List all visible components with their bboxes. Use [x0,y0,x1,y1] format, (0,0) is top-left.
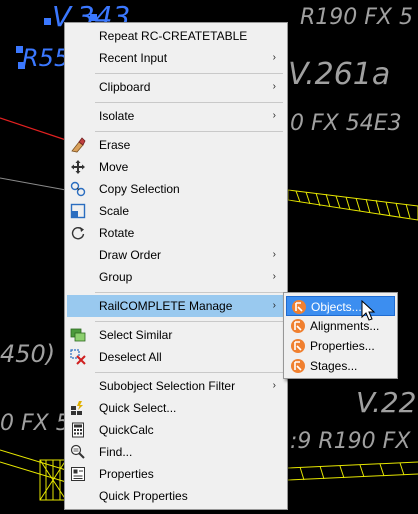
find-text-icon [70,444,85,459]
menu-item-label: Find... [99,445,133,459]
menu-item-recent-input[interactable]: Recent Input › [67,47,285,69]
menu-item-label: Group [99,270,133,284]
submenu-item-properties[interactable]: Properties... [286,336,395,356]
menu-item-label: Deselect All [99,350,162,364]
menu-item-copy-selection[interactable]: Copy Selection [67,178,285,200]
menu-item-label: Properties [99,467,154,481]
menu-item-label: Rotate [99,226,135,240]
submenu-arrow-icon: › [272,300,276,311]
properties-icon [71,467,85,481]
separator [95,292,283,293]
separator [95,372,283,373]
grey-line [0,177,67,191]
select-similar-icon [70,328,86,342]
railcomplete-icon [291,339,305,353]
submenu-arrow-icon: › [272,271,276,282]
menu-item-label: Scale [99,204,130,218]
submenu-item-label: Properties... [310,339,375,353]
copy-selection-icon [70,181,86,197]
menu-item-draw-order[interactable]: Draw Order › [67,244,285,266]
menu-item-subobject-filter[interactable]: Subobject Selection Filter › [67,375,285,397]
label-0fx5: 0 FX 5 [0,411,70,436]
menu-item-scale[interactable]: Scale [67,200,285,222]
menu-item-label: Draw Order [99,248,162,262]
eraser-icon [71,137,86,153]
menu-item-label: RailCOMPLETE Manage [99,299,233,313]
yellow-hatch-right [287,189,418,221]
menu-item-label: Quick Select... [99,401,177,415]
label-r55: R55 [22,44,69,72]
separator [95,73,283,74]
calculator-icon [72,422,84,438]
menu-item-repeat[interactable]: Repeat RC-CREATETABLE [67,25,285,47]
menu-item-rotate[interactable]: Rotate [67,222,285,244]
menu-item-label: Select Similar [99,328,173,342]
submenu-arrow-icon: › [272,110,276,121]
submenu-arrow-icon: › [272,52,276,63]
menu-item-label: Copy Selection [99,182,180,196]
menu-item-find[interactable]: Find... [67,441,285,463]
deselect-all-icon [70,349,86,365]
menu-item-label: Move [99,160,129,174]
menu-item-select-similar[interactable]: Select Similar [67,324,285,346]
submenu-arrow-icon: › [272,249,276,260]
menu-item-quickcalc[interactable]: QuickCalc [67,419,285,441]
menu-item-quick-select[interactable]: Quick Select... [67,397,285,419]
context-menu: Repeat RC-CREATETABLE Recent Input › Cli… [64,22,288,510]
railcomplete-icon [291,319,305,333]
menu-item-label: Recent Input [99,51,168,65]
menu-item-railcomplete-manage[interactable]: RailCOMPLETE Manage › [67,295,285,317]
quick-select-icon [71,401,83,415]
menu-item-label: Isolate [99,109,135,123]
railcomplete-manage-submenu: Objects... Alignments... Properties... S… [283,292,398,379]
menu-item-move[interactable]: Move [67,156,285,178]
menu-item-clipboard[interactable]: Clipboard › [67,76,285,98]
menu-item-label: Quick Properties [99,489,188,503]
mouse-cursor-icon [361,300,376,321]
menu-item-label: Erase [99,138,131,152]
menu-item-isolate[interactable]: Isolate › [67,105,285,127]
submenu-item-label: Objects... [311,300,362,314]
label-v261a: V.261a [288,57,390,92]
label-r190-top: R190 FX 5 [300,5,413,30]
label-450: 450) [0,340,55,368]
menu-item-properties[interactable]: Properties [67,463,285,485]
submenu-arrow-icon: › [272,380,276,391]
railcomplete-icon [292,300,306,314]
menu-item-label: QuickCalc [99,423,154,437]
separator [95,102,283,103]
menu-item-label: Repeat RC-CREATETABLE [99,29,248,43]
separator [95,321,283,322]
red-line [0,117,67,141]
submenu-arrow-icon: › [272,81,276,92]
rotate-icon [71,227,85,240]
menu-item-quick-properties[interactable]: Quick Properties [67,485,285,507]
menu-item-deselect-all[interactable]: Deselect All [67,346,285,368]
label-0fx54e3: 0 FX 54E3 [290,111,402,136]
menu-item-erase[interactable]: Erase [67,134,285,156]
submenu-item-stages[interactable]: Stages... [286,356,395,376]
submenu-item-alignments[interactable]: Alignments... [286,316,395,336]
submenu-item-objects[interactable]: Objects... [286,296,395,316]
scale-icon [70,203,86,219]
railcomplete-icon [291,359,305,373]
menu-item-label: Clipboard [99,80,151,94]
label-r9r190: :9 R190 FX [290,429,411,454]
submenu-item-label: Stages... [310,359,358,373]
menu-item-group[interactable]: Group › [67,266,285,288]
separator [95,131,283,132]
move-arrows-icon [71,160,85,174]
menu-item-label: Subobject Selection Filter [99,379,236,393]
label-v22: V.22 [356,386,416,419]
